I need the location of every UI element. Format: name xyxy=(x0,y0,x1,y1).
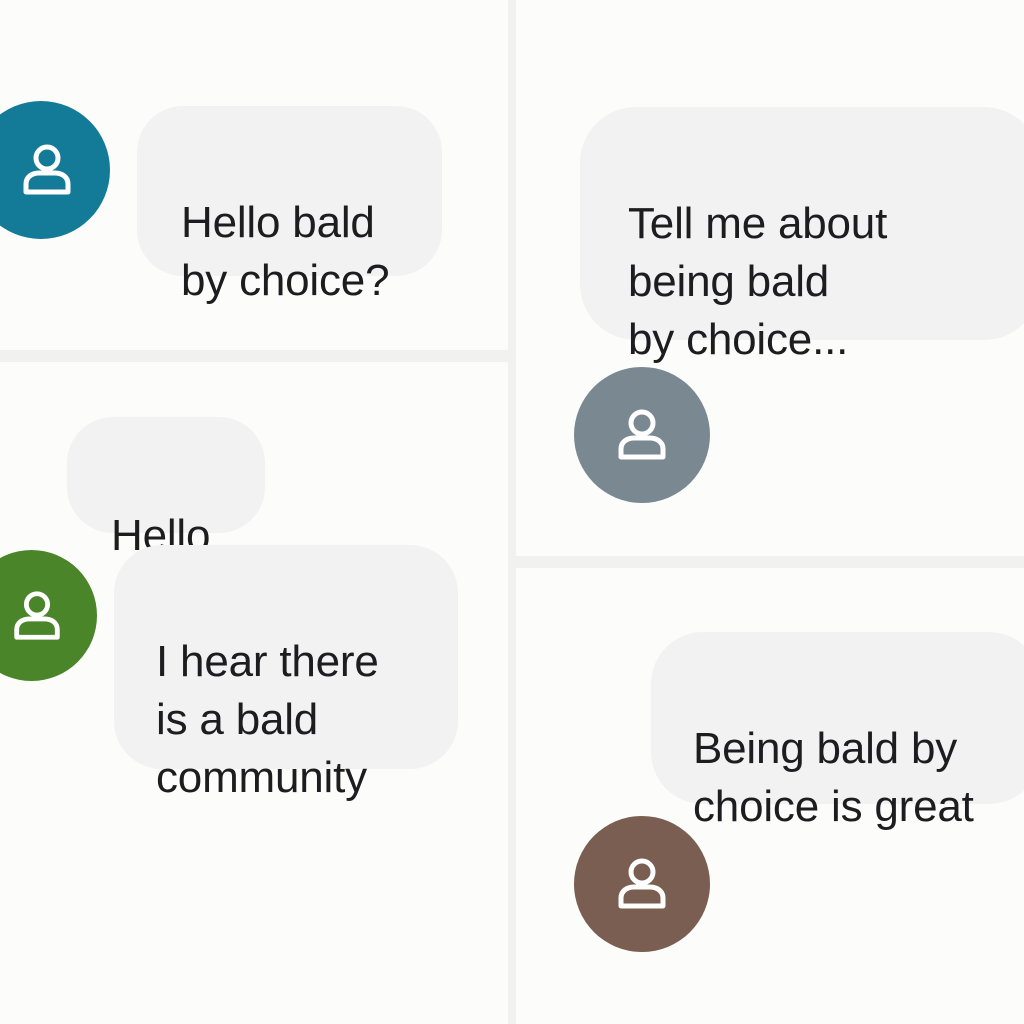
message-text: Hello bald by choice? xyxy=(181,198,390,306)
message-text: Tell me about being bald by choice... xyxy=(628,199,888,365)
message-bubble[interactable]: Being bald by choice is great xyxy=(651,632,1024,831)
panel-divider-left xyxy=(0,350,508,362)
panel-divider-vertical xyxy=(508,0,516,1024)
message-text: I hear there is a bald community xyxy=(156,637,379,803)
chat-collage: Hello bald by choice? Tell me about bein… xyxy=(0,0,1024,1024)
avatar-teal[interactable] xyxy=(0,101,110,239)
person-icon xyxy=(17,140,77,200)
panel-divider-right xyxy=(516,556,1024,568)
message-text: Being bald by choice is great xyxy=(693,724,974,832)
message-bubble[interactable]: I hear there is a bald community xyxy=(114,545,458,802)
avatar-brown[interactable] xyxy=(574,816,710,952)
avatar-gray[interactable] xyxy=(574,367,710,503)
person-icon xyxy=(8,587,66,645)
person-icon xyxy=(612,405,672,465)
message-bubble[interactable]: Hello xyxy=(67,417,265,560)
message-bubble[interactable]: Tell me about being bald by choice... xyxy=(580,107,1024,364)
message-bubble[interactable]: Hello bald by choice? xyxy=(137,106,442,305)
avatar-green[interactable] xyxy=(0,550,97,681)
person-icon xyxy=(612,854,672,914)
